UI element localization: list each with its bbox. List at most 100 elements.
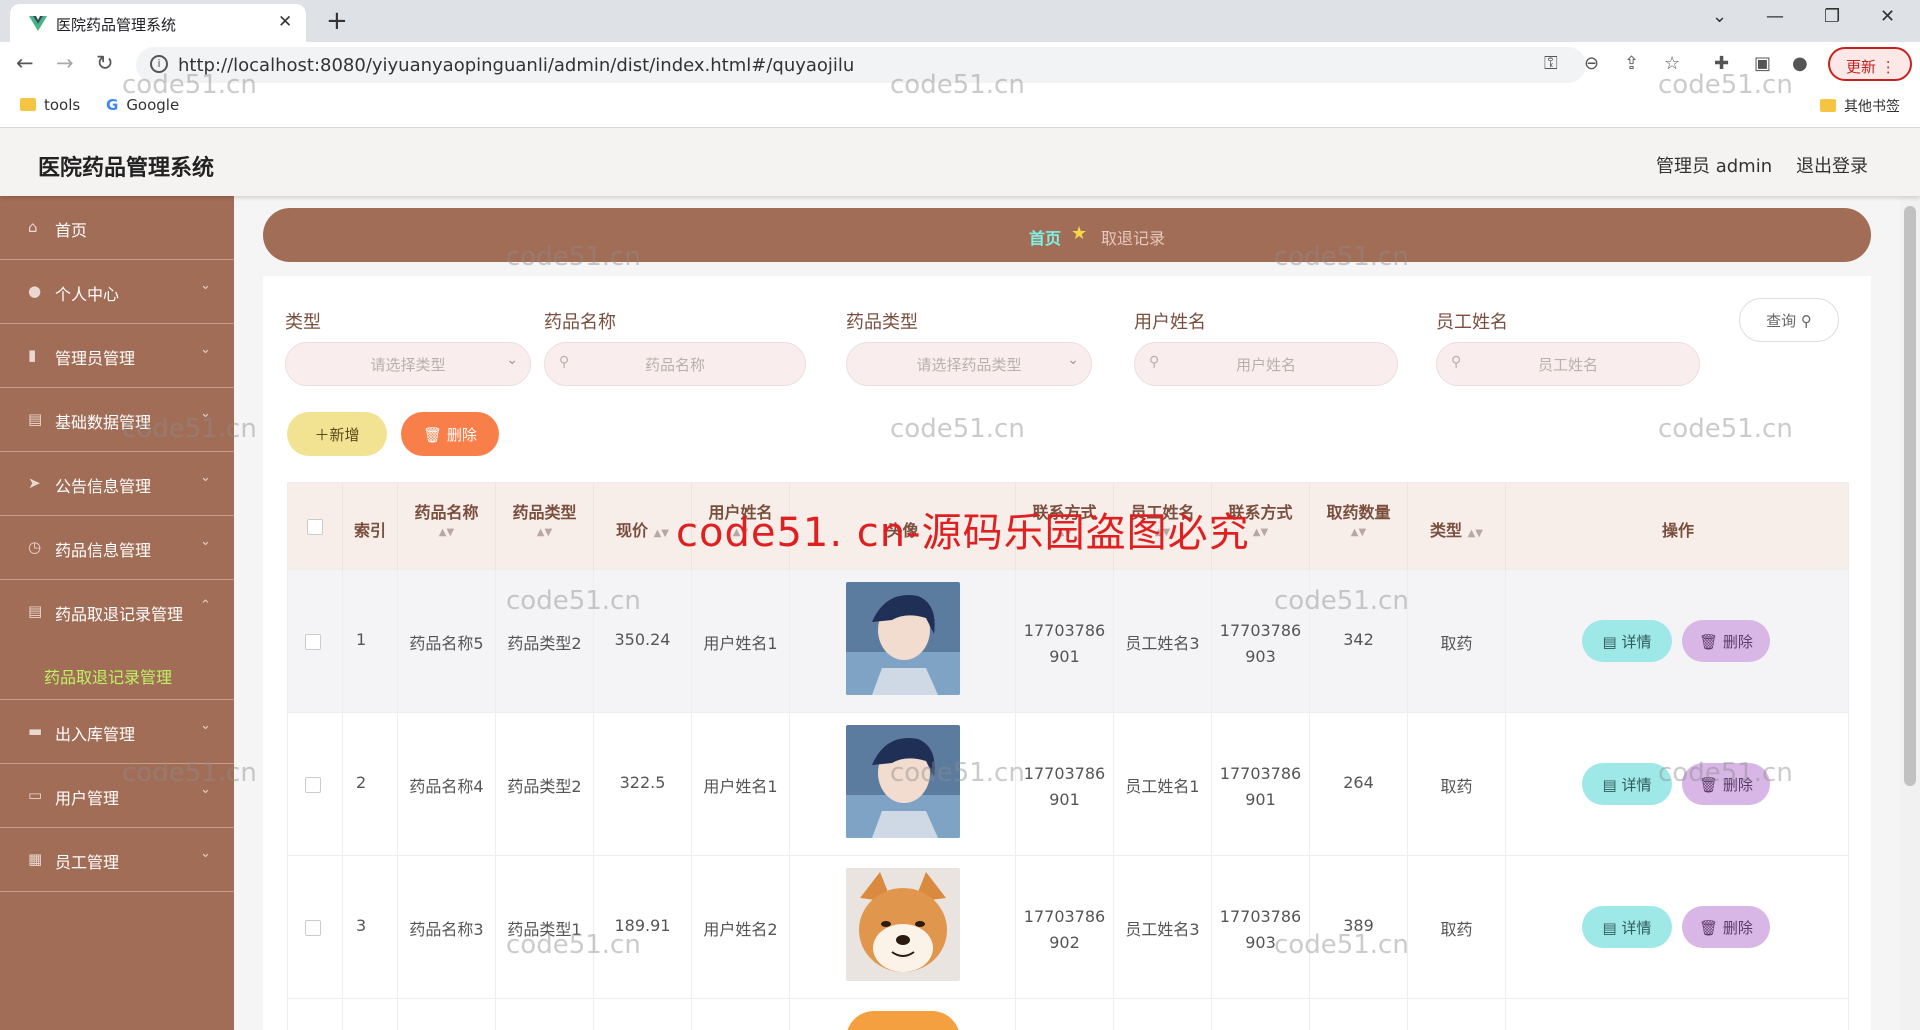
drug-name-input[interactable]: ⚲ 药品名称 bbox=[544, 342, 806, 386]
row-checkbox[interactable] bbox=[305, 634, 321, 650]
avatar-anime-boy[interactable] bbox=[846, 582, 960, 695]
cell-quantity: 264 bbox=[1310, 713, 1408, 856]
table-row[interactable]: 2 药品名称4 药品类型2 322.5 用户姓名1 17703786 901 员工… bbox=[287, 713, 1849, 856]
staff-name-input[interactable]: ⚲ 员工姓名 bbox=[1436, 342, 1700, 386]
detail-button[interactable]: ▤ 详情 bbox=[1582, 906, 1672, 948]
reload-icon[interactable]: ↻ bbox=[96, 51, 114, 75]
user-icon: ● bbox=[28, 282, 42, 300]
watermark: code51.cn bbox=[1274, 242, 1409, 272]
document-icon: ▤ bbox=[1602, 776, 1617, 794]
sidebar-item-admin[interactable]: ▮ 管理员管理 ⌄ bbox=[0, 324, 234, 388]
url-field[interactable]: i http://localhost:8080/yiyuanyaopinguan… bbox=[136, 47, 1586, 83]
sidebar-item-personal[interactable]: ● 个人中心 ⌄ bbox=[0, 260, 234, 324]
breadcrumb: 首页 ★ 取退记录 bbox=[263, 208, 1871, 262]
table-row-partial[interactable] bbox=[287, 999, 1849, 1030]
scrollbar-thumb[interactable] bbox=[1904, 206, 1916, 786]
watermark: code51.cn bbox=[1658, 414, 1793, 444]
th-type-label: 类型 bbox=[1430, 521, 1463, 540]
star-icon: ★ bbox=[1071, 223, 1088, 244]
row-checkbox[interactable] bbox=[305, 777, 321, 793]
avatar-partial[interactable] bbox=[846, 1011, 960, 1030]
share-icon[interactable]: ⇪ bbox=[1624, 53, 1639, 74]
sort-icon[interactable]: ▲▼ bbox=[654, 528, 669, 539]
sidebar-item-drug-records[interactable]: ▤ 药品取退记录管理 ⌃ 药品取退记录管理 bbox=[0, 580, 234, 700]
key-icon[interactable]: ⚿ bbox=[1544, 53, 1558, 74]
other-bookmarks[interactable]: 其他书签 bbox=[1820, 96, 1900, 116]
query-button[interactable]: 查询 ⚲ bbox=[1739, 298, 1839, 342]
drug-type-select[interactable]: 请选择药品类型 ⌄ bbox=[846, 342, 1092, 386]
sidebar-item-staff[interactable]: ▦ 员工管理 ⌄ bbox=[0, 828, 234, 892]
add-button[interactable]: ＋新增 bbox=[287, 412, 387, 456]
tab-search-icon[interactable]: ⌄ bbox=[1712, 6, 1727, 27]
forward-icon[interactable]: → bbox=[56, 51, 74, 75]
sort-icon[interactable]: ▲▼ bbox=[398, 527, 495, 538]
detail-label: 详情 bbox=[1621, 633, 1652, 651]
new-tab-icon[interactable]: + bbox=[326, 6, 348, 36]
cell-drug-name bbox=[398, 999, 496, 1030]
row-delete-button[interactable]: 🗑 删除 bbox=[1682, 906, 1770, 948]
sidebar-item-notice[interactable]: ➤ 公告信息管理 ⌄ bbox=[0, 452, 234, 516]
select-all-checkbox[interactable] bbox=[307, 519, 323, 535]
chevron-down-icon: ⌄ bbox=[200, 470, 211, 485]
delete-button[interactable]: 🗑 删除 bbox=[401, 412, 499, 456]
bookmark-tools[interactable]: tools bbox=[20, 96, 80, 114]
window-close-icon[interactable]: ✕ bbox=[1880, 6, 1895, 27]
cell-user-name: 用户姓名1 bbox=[692, 713, 790, 856]
minimize-icon[interactable]: — bbox=[1766, 6, 1784, 27]
trash-icon: 🗑 bbox=[1699, 633, 1719, 651]
cell-staff-contact bbox=[1212, 999, 1310, 1030]
browser-tab[interactable]: 医院药品管理系统 ✕ bbox=[10, 4, 306, 42]
sidebar-item-home[interactable]: ⌂ 首页 bbox=[0, 196, 234, 260]
sidebar-item-label: 个人中心 bbox=[55, 285, 120, 304]
update-button[interactable]: 更新 ⋮ bbox=[1828, 47, 1912, 81]
profile-icon[interactable]: ● bbox=[1792, 53, 1808, 74]
sort-icon[interactable]: ▲▼ bbox=[496, 527, 593, 538]
cell-avatar bbox=[790, 570, 1016, 713]
submenu-item-drug-records[interactable]: 药品取退记录管理 bbox=[0, 644, 234, 700]
breadcrumb-home[interactable]: 首页 bbox=[1029, 225, 1061, 249]
sidebar-item-drug-info[interactable]: ◷ 药品信息管理 ⌄ bbox=[0, 516, 234, 580]
contact-line: 901 bbox=[1245, 790, 1276, 809]
page-scrollbar[interactable] bbox=[1900, 196, 1920, 1030]
row-select-cell bbox=[288, 856, 343, 999]
cell-index: 1 bbox=[343, 570, 398, 713]
detail-label: 详情 bbox=[1621, 919, 1652, 937]
th-drug-type[interactable]: 药品类型 ▲▼ bbox=[496, 483, 594, 571]
chevron-down-icon: ⌄ bbox=[200, 278, 211, 293]
cell-drug-name: 药品名称4 bbox=[398, 713, 496, 856]
contact-line: 902 bbox=[1049, 933, 1080, 952]
th-drug-name[interactable]: 药品名称 ▲▼ bbox=[398, 483, 496, 571]
avatar-shiba-dog[interactable] bbox=[846, 868, 960, 981]
row-delete-button[interactable]: 🗑 删除 bbox=[1682, 620, 1770, 662]
contact-line: 17703786 bbox=[1219, 621, 1302, 640]
watermark: code51.cn bbox=[1274, 930, 1409, 960]
th-quantity[interactable]: 取药数量 ▲▼ bbox=[1310, 483, 1408, 571]
table-row[interactable]: 3 药品名称3 药品类型1 189.91 用户姓名2 17703786 902 员… bbox=[287, 856, 1849, 999]
drug-type-select-placeholder: 请选择药品类型 bbox=[916, 356, 1022, 374]
cell-price: 189.91 bbox=[594, 856, 692, 999]
tab-close-icon[interactable]: ✕ bbox=[278, 12, 292, 32]
trash-icon: 🗑 bbox=[1699, 919, 1719, 937]
add-label: 新增 bbox=[329, 426, 360, 444]
type-select[interactable]: 请选择类型 ⌄ bbox=[285, 342, 531, 386]
cell-staff-contact: 17703786 901 bbox=[1212, 713, 1310, 856]
th-ops-label: 操作 bbox=[1661, 521, 1694, 540]
trash-icon: 🗑 bbox=[423, 426, 443, 444]
folder-icon bbox=[1820, 99, 1836, 112]
sort-icon[interactable]: ▲▼ bbox=[1310, 527, 1407, 538]
chevron-down-icon: ⌄ bbox=[1067, 352, 1079, 368]
sidebar-item-label: 药品信息管理 bbox=[55, 541, 152, 560]
logout-link[interactable]: 退出登录 bbox=[1796, 152, 1868, 178]
zoom-icon[interactable]: ⊖ bbox=[1584, 53, 1599, 74]
sort-icon[interactable]: ▲▼ bbox=[1468, 528, 1483, 539]
restore-icon[interactable]: ❐ bbox=[1824, 6, 1840, 27]
cell-avatar bbox=[790, 999, 1016, 1030]
search-icon: ⚲ bbox=[1451, 354, 1462, 370]
query-label: 查询 bbox=[1766, 312, 1797, 330]
th-type[interactable]: 类型 ▲▼ bbox=[1408, 483, 1506, 571]
sidebar-item-stock[interactable]: ▬ 出入库管理 ⌄ bbox=[0, 700, 234, 764]
back-icon[interactable]: ← bbox=[16, 51, 34, 75]
detail-button[interactable]: ▤ 详情 bbox=[1582, 620, 1672, 662]
row-checkbox[interactable] bbox=[305, 920, 321, 936]
user-name-input[interactable]: ⚲ 用户姓名 bbox=[1134, 342, 1398, 386]
